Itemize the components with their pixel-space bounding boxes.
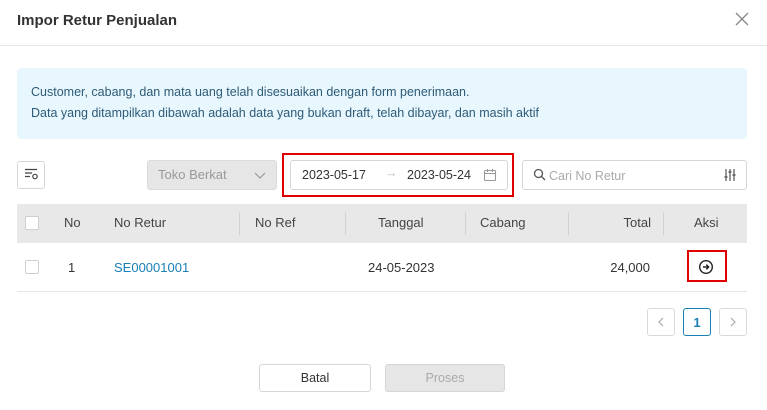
return-table: No No Retur No Ref Tanggal Cabang Total … [17, 204, 747, 292]
close-icon[interactable] [735, 12, 751, 28]
date-end[interactable]: 2023-05-24 [407, 168, 471, 182]
sliders-icon[interactable] [723, 168, 737, 185]
alert-line-2: Data yang ditampilkan dibawah adalah dat… [31, 106, 539, 120]
header-aksi: Aksi [694, 215, 719, 230]
chevron-down-icon [254, 169, 266, 184]
column-divider [345, 212, 346, 235]
header-cabang: Cabang [480, 215, 526, 230]
info-alert: Customer, cabang, dan mata uang telah di… [17, 68, 747, 139]
date-range-arrow: → [385, 166, 398, 180]
header-no-retur: No Retur [114, 215, 167, 230]
header-tanggal: Tanggal [378, 215, 424, 230]
calendar-icon[interactable] [483, 168, 497, 185]
alert-line-1: Customer, cabang, dan mata uang telah di… [31, 85, 470, 99]
cell-no: 1 [68, 260, 76, 275]
pagination-page-button[interactable]: 1 [683, 308, 711, 336]
process-button[interactable]: Proses [385, 364, 505, 392]
column-settings-icon [24, 168, 38, 183]
header-no-ref: No Ref [255, 215, 296, 230]
search-icon [533, 168, 546, 184]
column-divider [465, 212, 466, 235]
branch-select[interactable]: Toko Berkat [147, 160, 277, 190]
select-all-checkbox[interactable] [25, 216, 39, 230]
header-total: Total [623, 215, 651, 230]
date-range-picker[interactable]: 2023-05-17 → 2023-05-24 [290, 160, 508, 190]
row-checkbox[interactable] [25, 260, 39, 274]
column-divider [568, 212, 569, 235]
column-divider [239, 212, 240, 235]
search-input[interactable] [549, 166, 709, 186]
modal-header: Impor Retur Penjualan [0, 0, 767, 46]
chevron-left-icon [657, 315, 665, 330]
arrow-circle-right-icon[interactable] [698, 259, 714, 275]
branch-select-value: Toko Berkat [158, 167, 227, 182]
cell-no-retur-link[interactable]: SE00001001 [114, 260, 189, 275]
chevron-right-icon [729, 315, 737, 330]
table-row[interactable]: 1 SE00001001 24-05-2023 24,000 [17, 243, 747, 292]
search-field[interactable] [522, 160, 747, 190]
cell-total: 24,000 [610, 260, 650, 275]
header-no: No [64, 215, 81, 230]
date-start[interactable]: 2023-05-17 [302, 168, 366, 182]
column-settings-button[interactable] [17, 161, 45, 189]
import-sales-return-modal: Impor Retur Penjualan Customer, cabang, … [0, 0, 767, 410]
cell-tanggal: 24-05-2023 [368, 260, 435, 275]
table-header: No No Retur No Ref Tanggal Cabang Total … [17, 204, 747, 243]
pagination-next-button[interactable] [719, 308, 747, 336]
cancel-button[interactable]: Batal [259, 364, 371, 392]
column-divider [663, 212, 664, 235]
pagination-prev-button[interactable] [647, 308, 675, 336]
modal-title: Impor Retur Penjualan [17, 12, 178, 29]
